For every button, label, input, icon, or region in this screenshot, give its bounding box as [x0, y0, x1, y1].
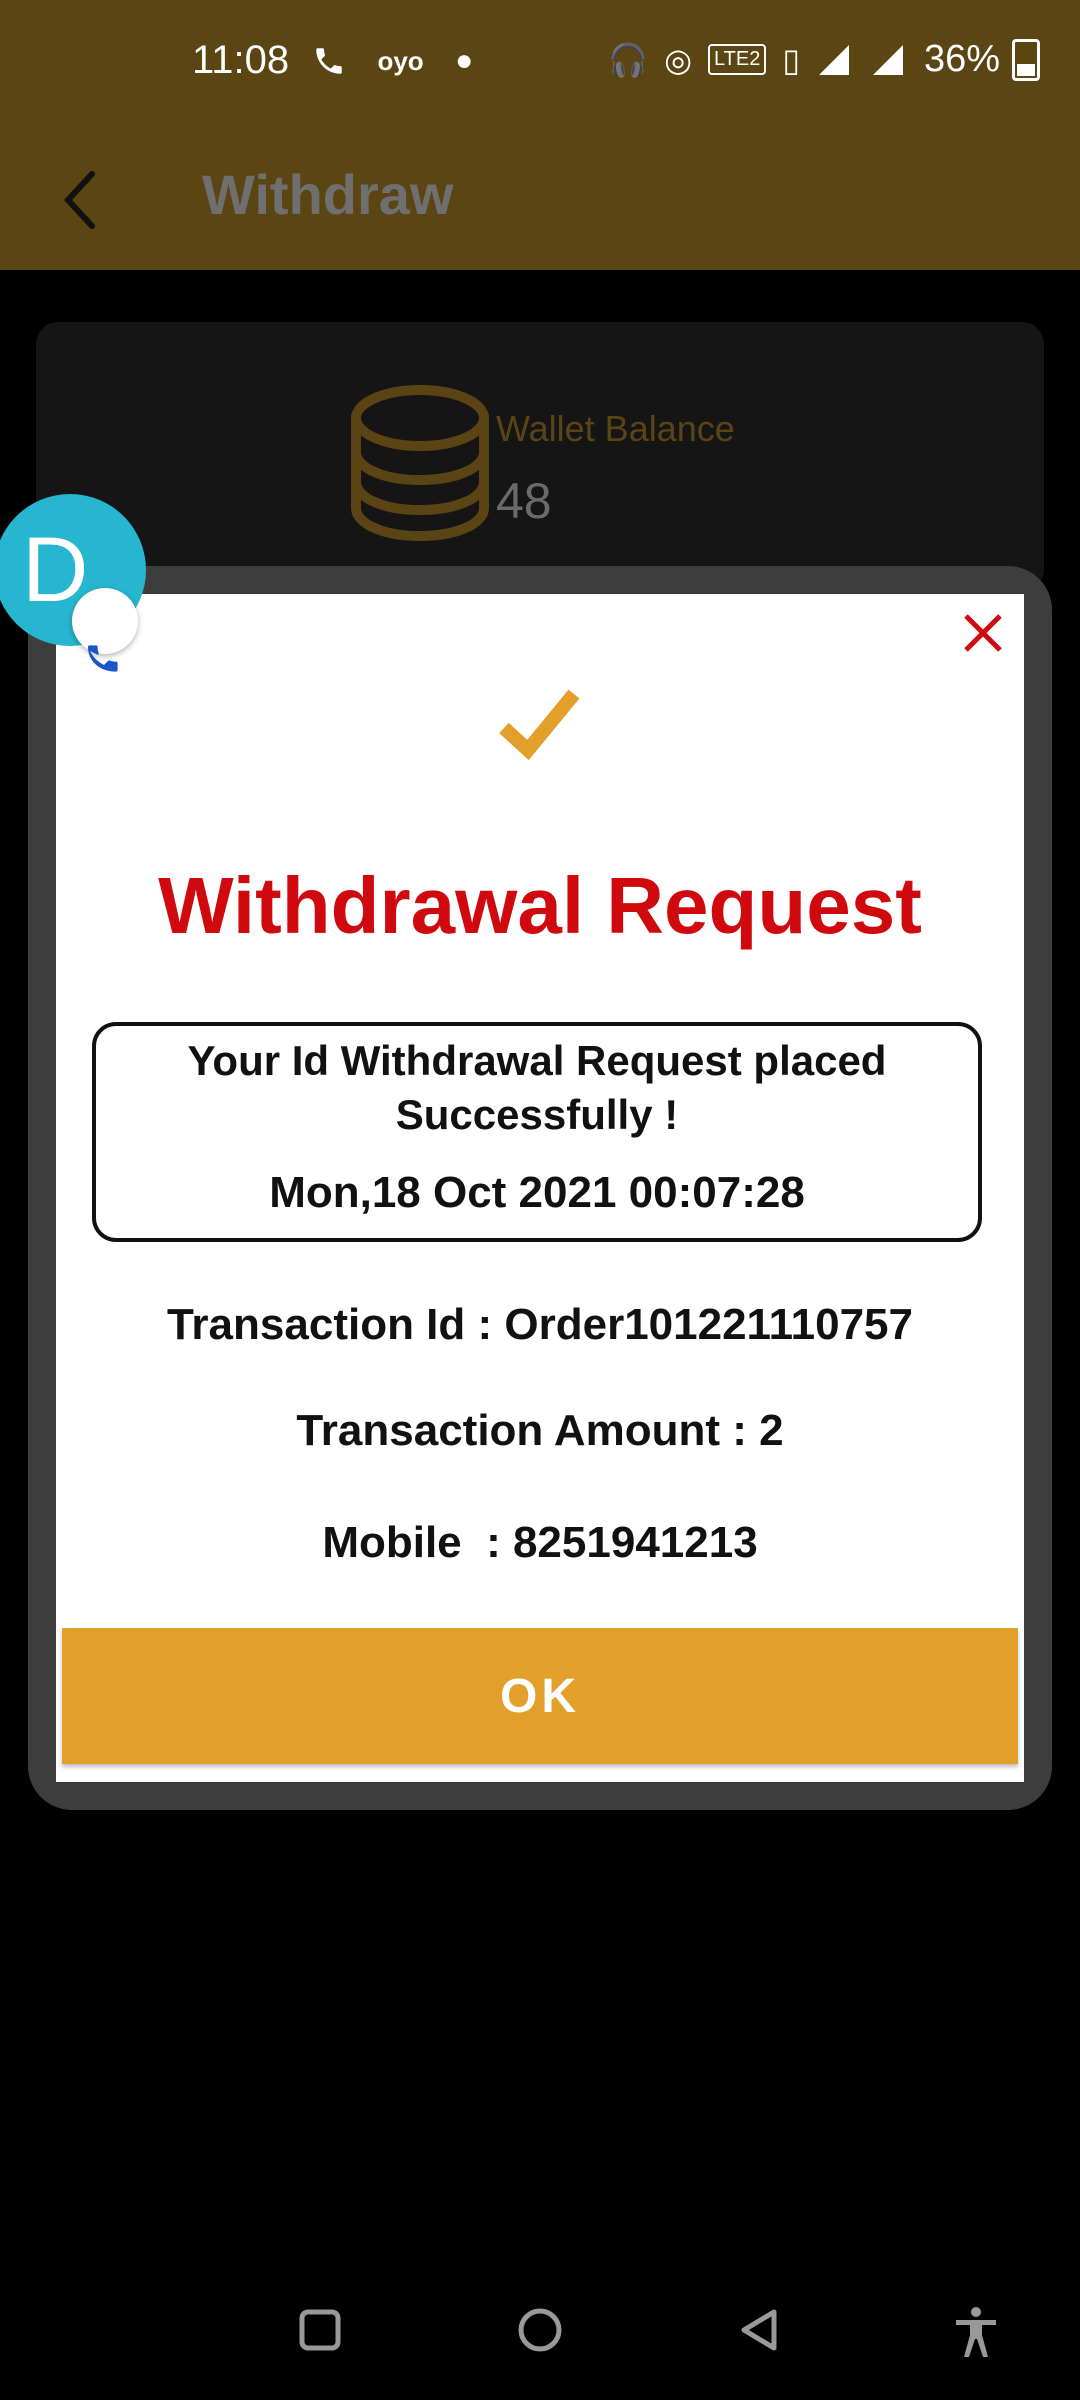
wallet-balance-label: Wallet Balance [496, 408, 735, 449]
phone-icon [88, 645, 118, 672]
signal-icon [818, 44, 849, 75]
status-bar: 11:08 oyo ● 🎧 ◎ LTE2 ▯ 36% [0, 0, 1080, 130]
vibrate-icon: ▯ [782, 41, 800, 78]
wallet-card: Wallet Balance 48 [36, 322, 1044, 592]
checkmark-icon [499, 689, 580, 761]
status-time: 11:08 [192, 38, 290, 82]
accessibility-icon[interactable] [952, 2306, 1000, 2358]
request-datetime: Mon,18 Oct 2021 00:07:28 [269, 1168, 805, 1217]
4g-signal-icon [872, 44, 903, 75]
status-left-icons: oyo ● [312, 40, 495, 79]
call-badge [72, 588, 138, 672]
home-icon[interactable] [516, 2306, 564, 2354]
mobile-number: Mobile : 8251941213 [322, 1518, 758, 1567]
message-box: Your Id Withdrawal Request placed Succes… [92, 1022, 982, 1242]
dialog-title: Withdrawal Request [158, 861, 922, 950]
phone-icon [316, 48, 342, 74]
transaction-id: Transaction Id : Order101221110757 [166, 1300, 913, 1349]
volte-icon: LTE2 [708, 44, 767, 75]
headphones-icon: 🎧 [608, 41, 649, 78]
coin-stack-icon [351, 385, 489, 542]
chat-head-bubble[interactable]: D [0, 494, 146, 672]
battery-icon [1012, 38, 1040, 81]
wallet-balance-value: 48 [496, 473, 552, 529]
transaction-amount: Transaction Amount : 2 [296, 1406, 784, 1455]
ok-button[interactable]: OK [62, 1628, 1018, 1764]
hotspot-icon: ◎ [664, 41, 692, 78]
navigation-bar [0, 2280, 1080, 2400]
page-title: Withdraw [202, 163, 454, 226]
success-message: Your Id Withdrawal Request placed Succes… [187, 1037, 887, 1138]
app-bar: Withdraw [0, 130, 1080, 270]
back-arrow-icon[interactable] [56, 160, 106, 240]
back-icon[interactable] [736, 2306, 784, 2354]
recents-icon[interactable] [296, 2306, 344, 2354]
status-right-icons: 🎧 ◎ LTE2 ▯ 36% [592, 38, 1040, 81]
battery-percent: 36% [923, 38, 1000, 80]
dot-icon: ● [455, 44, 474, 78]
close-icon[interactable] [958, 608, 1008, 658]
oyo-icon: oyo [377, 45, 424, 76]
